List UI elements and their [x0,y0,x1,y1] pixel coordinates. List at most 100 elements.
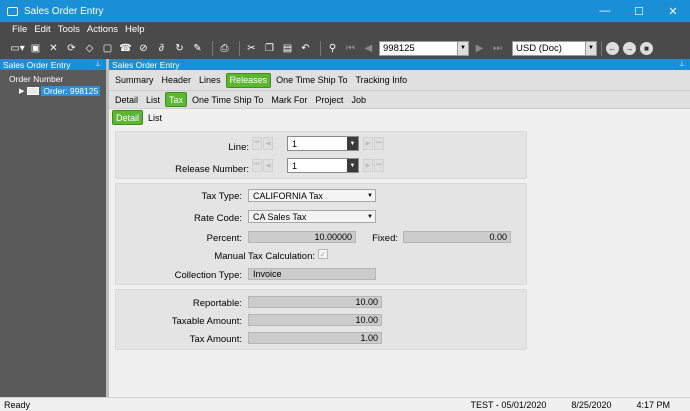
tab-summary[interactable]: Summary [112,73,157,88]
clear-icon[interactable]: ◇ [82,41,97,56]
previous-record-icon[interactable]: ◀ [361,41,376,56]
percent-field: 10.00000 [248,231,356,243]
title-bar: Sales Order Entry — ☐ ✕ [0,0,690,22]
tree-panel-title: Sales Order Entry [3,59,71,70]
new-icon[interactable]: ▭▾ [10,41,25,56]
manual-tax-calculation-label: Manual Tax Calculation: [214,251,315,262]
line-label: Line: [228,142,249,153]
toolbar-separator [239,40,240,56]
undo-icon[interactable]: ↶ [298,41,313,56]
fixed-label: Fixed: [372,233,398,244]
tab-tax[interactable]: Tax [165,92,188,107]
tab-list[interactable]: List [143,92,163,107]
tab-one-time-ship-to[interactable]: One Time Ship To [273,73,350,88]
sync-icon[interactable]: ↻ [172,41,187,56]
paste-icon[interactable]: ▤ [280,41,295,56]
prev-icon[interactable]: ◀ [263,137,273,150]
stop-icon[interactable]: ■ [640,41,653,55]
prev-icon[interactable]: ◀ [263,159,273,172]
next-record-icon[interactable]: ▶ [472,41,487,56]
release-nav-prev: ⏮ ◀ [252,159,274,172]
copy-icon[interactable]: ❐ [262,41,277,56]
menu-edit[interactable]: Edit [34,24,50,35]
tree-item-label: Order: 998125 [41,86,101,96]
expand-icon[interactable]: ▶ [19,87,24,95]
percent-label: Percent: [206,233,242,244]
chevron-down-icon[interactable]: ▼ [347,137,358,150]
chevron-down-icon[interactable]: ▼ [365,214,375,220]
reportable-label: Reportable: [192,298,242,309]
maximize-icon[interactable]: ☐ [622,0,656,22]
currency-value: USD (Doc) [516,42,562,54]
tree-item-order[interactable]: ▶ Order: 998125 [0,86,106,96]
menu-actions[interactable]: Actions [87,24,118,35]
order-number-combo[interactable]: 998125 ▼ [379,40,469,56]
tab-project[interactable]: Project [312,92,346,107]
tree-root[interactable]: Order Number [0,70,106,84]
line-release-group: Line: ⏮ ◀ 1 ▼ ▶ ⏭ Release Number: ⏮ ◀ 1 … [115,131,527,179]
tab-header[interactable]: Header [159,73,195,88]
app-icon [7,6,18,16]
tab-tax-detail[interactable]: Detail [112,110,144,125]
tab-releases[interactable]: Releases [225,72,272,88]
tax-group: Tax Type: CALIFORNIA Tax ▼ Rate Code: CA… [115,183,527,285]
last-icon[interactable]: ⏭ [374,137,384,150]
release-number-value: 1 [292,160,298,171]
line-nav-prev: ⏮ ◀ [252,137,274,150]
toolbar-separator [601,40,602,56]
menu-tools[interactable]: Tools [58,24,80,35]
line-value: 1 [292,138,298,149]
menu-file[interactable]: File [12,24,27,35]
last-icon[interactable]: ⏭ [374,159,384,172]
pin-icon[interactable]: ⊥ [95,60,101,68]
rate-code-combo[interactable]: CA Sales Tax ▼ [248,210,376,223]
broom-icon[interactable]: ✎ [190,41,205,56]
chevron-down-icon[interactable]: ▼ [365,193,375,199]
taxable-amount-field: 10.00 [248,314,382,326]
phone-icon[interactable]: ☎ [118,41,133,56]
rate-code-label: Rate Code: [193,213,242,224]
tab-job[interactable]: Job [348,92,369,107]
chevron-down-icon[interactable]: ▼ [347,159,358,172]
paperclip-icon[interactable]: ∂ [154,41,169,56]
tab-mark-for[interactable]: Mark For [268,92,310,107]
refresh-icon[interactable]: ⟳ [64,41,79,56]
tab-tracking-info[interactable]: Tracking Info [352,73,410,88]
next-icon[interactable]: ▶ [363,159,373,172]
delete-icon[interactable]: ✕ [46,41,61,56]
window-title: Sales Order Entry [24,5,104,17]
tab-release-one-time-ship-to[interactable]: One Time Ship To [189,92,266,107]
chevron-down-icon[interactable]: ▼ [585,41,596,55]
status-bar: Ready TEST - 05/01/2020 8/25/2020 4:17 P… [0,397,690,411]
menu-help[interactable]: Help [125,24,145,35]
close-icon[interactable]: ✕ [656,0,690,22]
manual-tax-calculation-checkbox[interactable]: ✓ [318,249,328,259]
forward-icon[interactable]: → [623,41,636,55]
first-icon[interactable]: ⏮ [252,137,262,150]
line-input[interactable]: 1 ▼ [287,136,359,151]
order-number-value: 998125 [383,42,415,54]
cut-icon[interactable]: ✂ [244,41,259,56]
binoculars-icon[interactable]: ⚲ [325,41,340,56]
print-icon[interactable]: ⎙ [217,41,232,56]
attach-icon[interactable]: ⊘ [136,41,151,56]
status-text: Ready [4,399,31,410]
last-record-icon[interactable]: ⏭ [490,41,505,56]
tab-detail[interactable]: Detail [112,92,141,107]
back-icon[interactable]: ← [606,41,619,55]
tab-tax-list[interactable]: List [145,110,165,125]
first-record-icon[interactable]: ⏮ [343,41,358,56]
pin-icon[interactable]: ⊥ [679,60,685,68]
collection-type-field: Invoice [248,268,376,280]
next-icon[interactable]: ▶ [363,137,373,150]
tab-lines[interactable]: Lines [196,73,224,88]
first-icon[interactable]: ⏮ [252,159,262,172]
tax-type-combo[interactable]: CALIFORNIA Tax ▼ [248,189,376,202]
chevron-down-icon[interactable]: ▼ [457,41,468,55]
toolbar: ▭▾ ▣ ✕ ⟳ ◇ ▢ ☎ ⊘ ∂ ↻ ✎ ⎙ ✂ ❐ ▤ ↶ ⚲ ⏮ ◀ 9… [0,37,690,59]
memo-icon[interactable]: ▢ [100,41,115,56]
currency-combo[interactable]: USD (Doc) ▼ [512,40,597,56]
minimize-icon[interactable]: — [588,0,622,22]
save-icon[interactable]: ▣ [28,41,43,56]
release-number-input[interactable]: 1 ▼ [287,158,359,173]
